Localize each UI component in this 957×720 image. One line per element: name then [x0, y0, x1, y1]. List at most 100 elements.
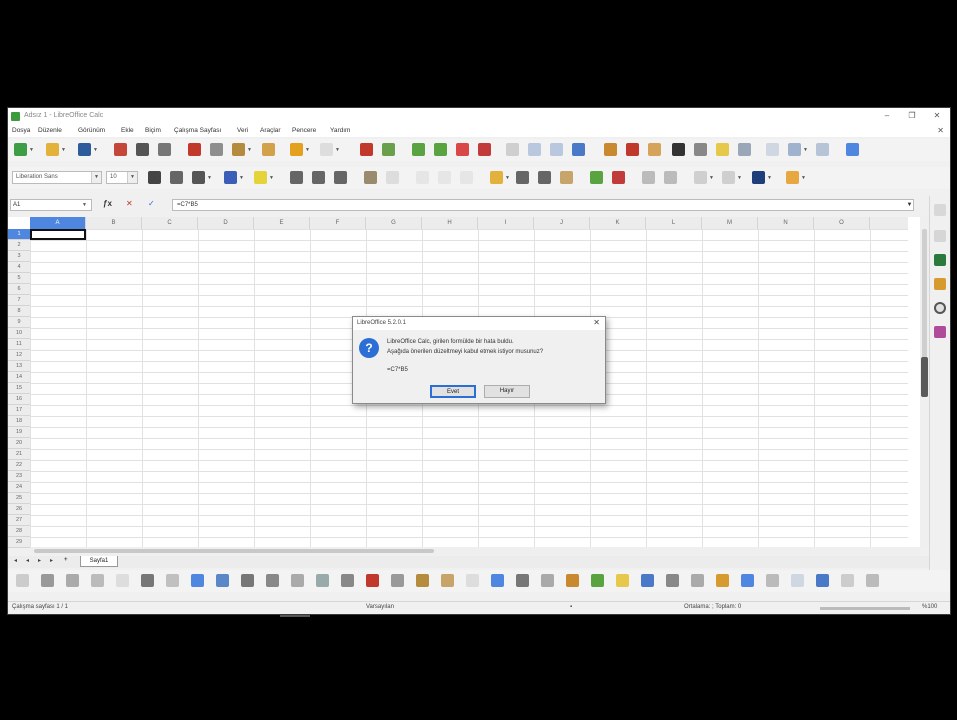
row-header[interactable]: 26	[8, 504, 30, 515]
row-header[interactable]: 19	[8, 427, 30, 438]
previous-sheet-icon[interactable]: ◂	[26, 557, 29, 564]
font-name-dropdown-icon[interactable]: ▼	[91, 172, 101, 183]
row-header[interactable]: 3	[8, 251, 30, 262]
number-format-icon[interactable]	[538, 171, 551, 184]
freeze-dropdown-icon[interactable]: ▼	[803, 147, 808, 153]
row-header[interactable]: 24	[8, 482, 30, 493]
redo-dropdown-icon[interactable]: ▼	[335, 147, 340, 153]
headers-footers-icon[interactable]	[738, 143, 751, 156]
arrow-icon[interactable]	[66, 574, 79, 587]
fontwork-icon[interactable]	[341, 574, 354, 587]
row-header[interactable]: 12	[8, 350, 30, 361]
row-header[interactable]: 14	[8, 372, 30, 383]
add-sheet-icon[interactable]: +	[64, 557, 68, 563]
vertical-scrollbar[interactable]	[920, 217, 929, 547]
delete-rows-icon[interactable]	[456, 143, 469, 156]
anchor-icon[interactable]	[791, 574, 804, 587]
select-icon[interactable]	[16, 574, 29, 587]
row-header[interactable]: 11	[8, 339, 30, 350]
block-arrows-icon[interactable]	[241, 574, 254, 587]
first-sheet-icon[interactable]: ◂	[14, 557, 17, 564]
currency-dropdown-icon[interactable]: ▼	[505, 175, 510, 181]
rectangle-icon[interactable]	[91, 574, 104, 587]
align-objects-icon[interactable]	[466, 574, 479, 587]
row-header[interactable]: 20	[8, 438, 30, 449]
transparency-icon[interactable]	[591, 574, 604, 587]
undo-icon[interactable]	[290, 143, 303, 156]
navigator-icon[interactable]	[934, 302, 946, 314]
row-header[interactable]: 10	[8, 328, 30, 339]
column-header[interactable]: K	[590, 217, 646, 229]
next-sheet-icon[interactable]: ▸	[38, 557, 41, 564]
column-header[interactable]: N	[758, 217, 814, 229]
delete-columns-icon[interactable]	[478, 143, 491, 156]
ungroup-icon[interactable]	[866, 574, 879, 587]
column-header[interactable]: M	[702, 217, 758, 229]
maximize-button[interactable]: ❐	[901, 110, 923, 122]
row-header[interactable]: 17	[8, 405, 30, 416]
increase-indent-icon[interactable]	[642, 171, 655, 184]
border-style-icon[interactable]	[722, 171, 735, 184]
date-format-icon[interactable]	[560, 171, 573, 184]
gallery-icon[interactable]	[934, 278, 946, 290]
styles-icon[interactable]	[934, 254, 946, 266]
cancel-icon[interactable]: ✕	[126, 199, 133, 208]
fill-color-icon[interactable]	[741, 574, 754, 587]
bold-icon[interactable]	[148, 171, 161, 184]
special-character-icon[interactable]	[672, 143, 685, 156]
last-sheet-icon[interactable]: ▸	[50, 557, 53, 564]
close-button[interactable]: ✕	[926, 110, 948, 122]
show-draw-functions-icon[interactable]	[846, 143, 859, 156]
column-header[interactable]: B	[86, 217, 142, 229]
font-size-dropdown-icon[interactable]: ▼	[127, 172, 137, 183]
row-header[interactable]: 22	[8, 460, 30, 471]
merge-center-icon[interactable]	[386, 171, 399, 184]
find-replace-icon[interactable]	[360, 143, 373, 156]
wrap-text-icon[interactable]	[364, 171, 377, 184]
yes-button[interactable]: Evet	[430, 385, 476, 398]
row-header[interactable]: 9	[8, 317, 30, 328]
horizontal-scroll-thumb[interactable]	[34, 549, 434, 553]
row-header[interactable]: 2	[8, 240, 30, 251]
close-document-icon[interactable]: ✕	[937, 126, 944, 135]
row-header[interactable]: 18	[8, 416, 30, 427]
column-header[interactable]: C	[142, 217, 198, 229]
shadow-icon[interactable]	[516, 574, 529, 587]
line-icon[interactable]	[41, 574, 54, 587]
text-box-icon[interactable]	[141, 574, 154, 587]
row-header[interactable]: 15	[8, 383, 30, 394]
insert-image-icon2[interactable]	[616, 574, 629, 587]
functions-icon[interactable]	[934, 326, 946, 338]
align-middle-icon[interactable]	[438, 171, 451, 184]
row-header[interactable]: 29	[8, 537, 30, 548]
autofilter-icon[interactable]	[572, 143, 585, 156]
align-center-icon[interactable]	[312, 171, 325, 184]
border-color-icon[interactable]	[752, 171, 765, 184]
row-header[interactable]: 16	[8, 394, 30, 405]
underline-icon[interactable]	[192, 171, 205, 184]
comment-icon[interactable]	[716, 143, 729, 156]
italic-icon[interactable]	[170, 171, 183, 184]
row-header[interactable]: 4	[8, 262, 30, 273]
percent-format-icon[interactable]	[516, 171, 529, 184]
dialog-close-icon[interactable]: ✕	[593, 318, 600, 327]
font-color-icon[interactable]	[224, 171, 237, 184]
redo-icon[interactable]	[320, 143, 333, 156]
menu-pencere[interactable]: Pencere	[292, 127, 316, 134]
menu-calisma-sayfasi[interactable]: Çalışma Sayfası	[174, 127, 221, 134]
menu-araclar[interactable]: Araçlar	[260, 127, 281, 134]
background-color-dropdown-icon[interactable]: ▼	[269, 175, 274, 181]
clone-formatting-icon[interactable]	[262, 143, 275, 156]
insert-rows-icon[interactable]	[412, 143, 425, 156]
menu-duzenle[interactable]: Düzenle	[38, 127, 62, 134]
rotate-icon[interactable]	[441, 574, 454, 587]
sort-icon[interactable]	[528, 143, 541, 156]
group-icon[interactable]	[841, 574, 854, 587]
align-right-icon[interactable]	[334, 171, 347, 184]
basic-shapes-icon[interactable]	[191, 574, 204, 587]
copy-icon[interactable]	[210, 143, 223, 156]
align-left-icon[interactable]	[290, 171, 303, 184]
insert-chart-icon2[interactable]	[641, 574, 654, 587]
crop-icon[interactable]	[541, 574, 554, 587]
insert-columns-icon[interactable]	[434, 143, 447, 156]
